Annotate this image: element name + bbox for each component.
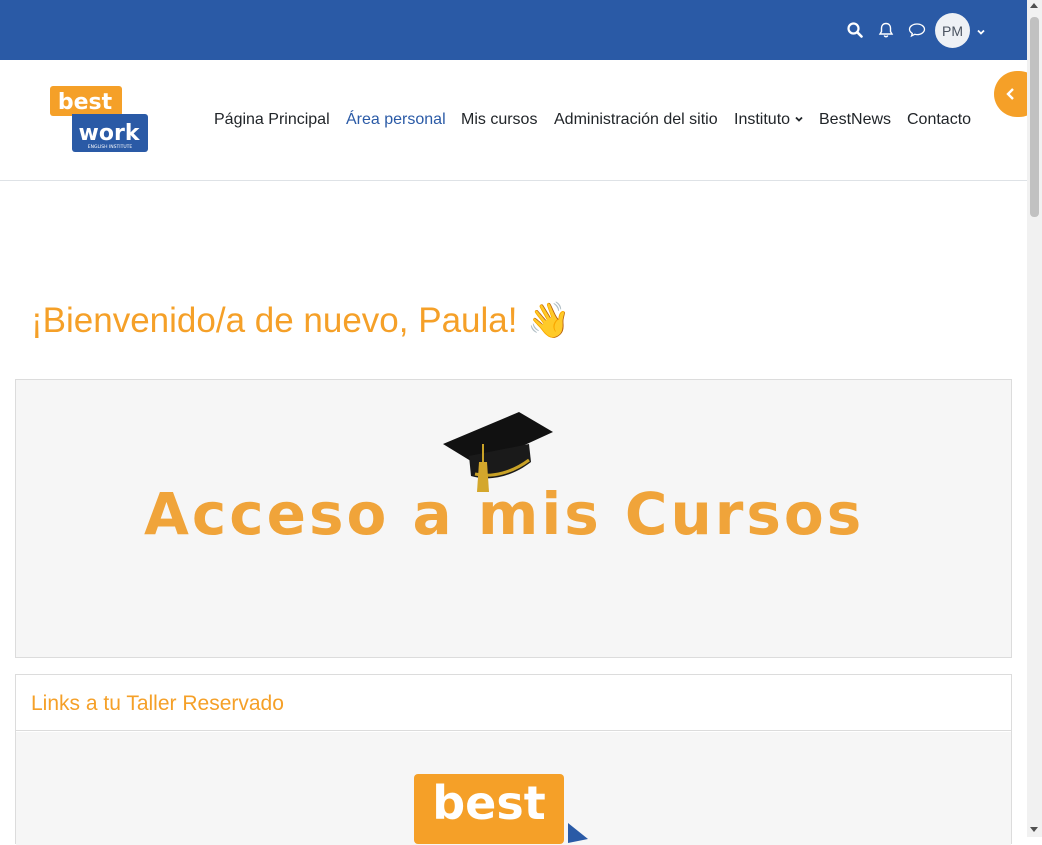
nav-item-dashboard[interactable]: Área personal: [346, 111, 446, 129]
chevron-down-icon[interactable]: [976, 24, 986, 42]
main-navbar: best work ENGLISH INSTITUTE Página Princ…: [0, 60, 1027, 181]
courses-banner-card[interactable]: Acceso a mis Cursos: [15, 379, 1012, 658]
scroll-down-arrow-icon[interactable]: [1030, 827, 1038, 832]
logo-text-best: best: [58, 90, 113, 115]
chevron-down-icon: [795, 116, 804, 122]
card-header: Links a tu Taller Reservado: [16, 675, 1011, 731]
nav-item-contacto[interactable]: Contacto: [907, 111, 971, 129]
logo-arrow-shape: [568, 823, 588, 843]
top-bar: PM: [0, 0, 1027, 60]
card-title: Links a tu Taller Reservado: [31, 692, 284, 715]
chat-icon[interactable]: [906, 18, 928, 42]
chevron-left-icon: [1006, 88, 1014, 100]
nav-item-my-courses[interactable]: Mis cursos: [461, 111, 537, 129]
logo-text-work: work: [79, 121, 141, 146]
user-avatar[interactable]: PM: [935, 13, 970, 48]
nav-item-home[interactable]: Página Principal: [214, 111, 330, 129]
scrollbar-thumb[interactable]: [1030, 17, 1039, 217]
scroll-up-arrow-icon[interactable]: [1030, 3, 1038, 8]
welcome-heading: ¡Bienvenido/a de nuevo, Paula! 👋: [31, 301, 571, 340]
card-body: best: [16, 732, 1011, 845]
nav-item-site-admin[interactable]: Administración del sitio: [554, 111, 718, 129]
best-logo-image[interactable]: best: [414, 774, 564, 844]
bell-icon[interactable]: [875, 18, 897, 42]
logo-tagline: ENGLISH INSTITUTE: [88, 144, 133, 150]
page-scrollbar[interactable]: [1027, 0, 1042, 837]
bestwork-logo[interactable]: best work ENGLISH INSTITUTE: [48, 84, 148, 152]
search-icon[interactable]: [844, 18, 866, 42]
nav-item-instituto-label: Instituto: [734, 111, 791, 128]
nav-item-bestnews[interactable]: BestNews: [819, 111, 891, 129]
nav-item-instituto[interactable]: Instituto: [734, 111, 804, 129]
banner-title: Acceso a mis Cursos: [144, 480, 865, 548]
workshop-links-card: Links a tu Taller Reservado best: [15, 674, 1012, 845]
